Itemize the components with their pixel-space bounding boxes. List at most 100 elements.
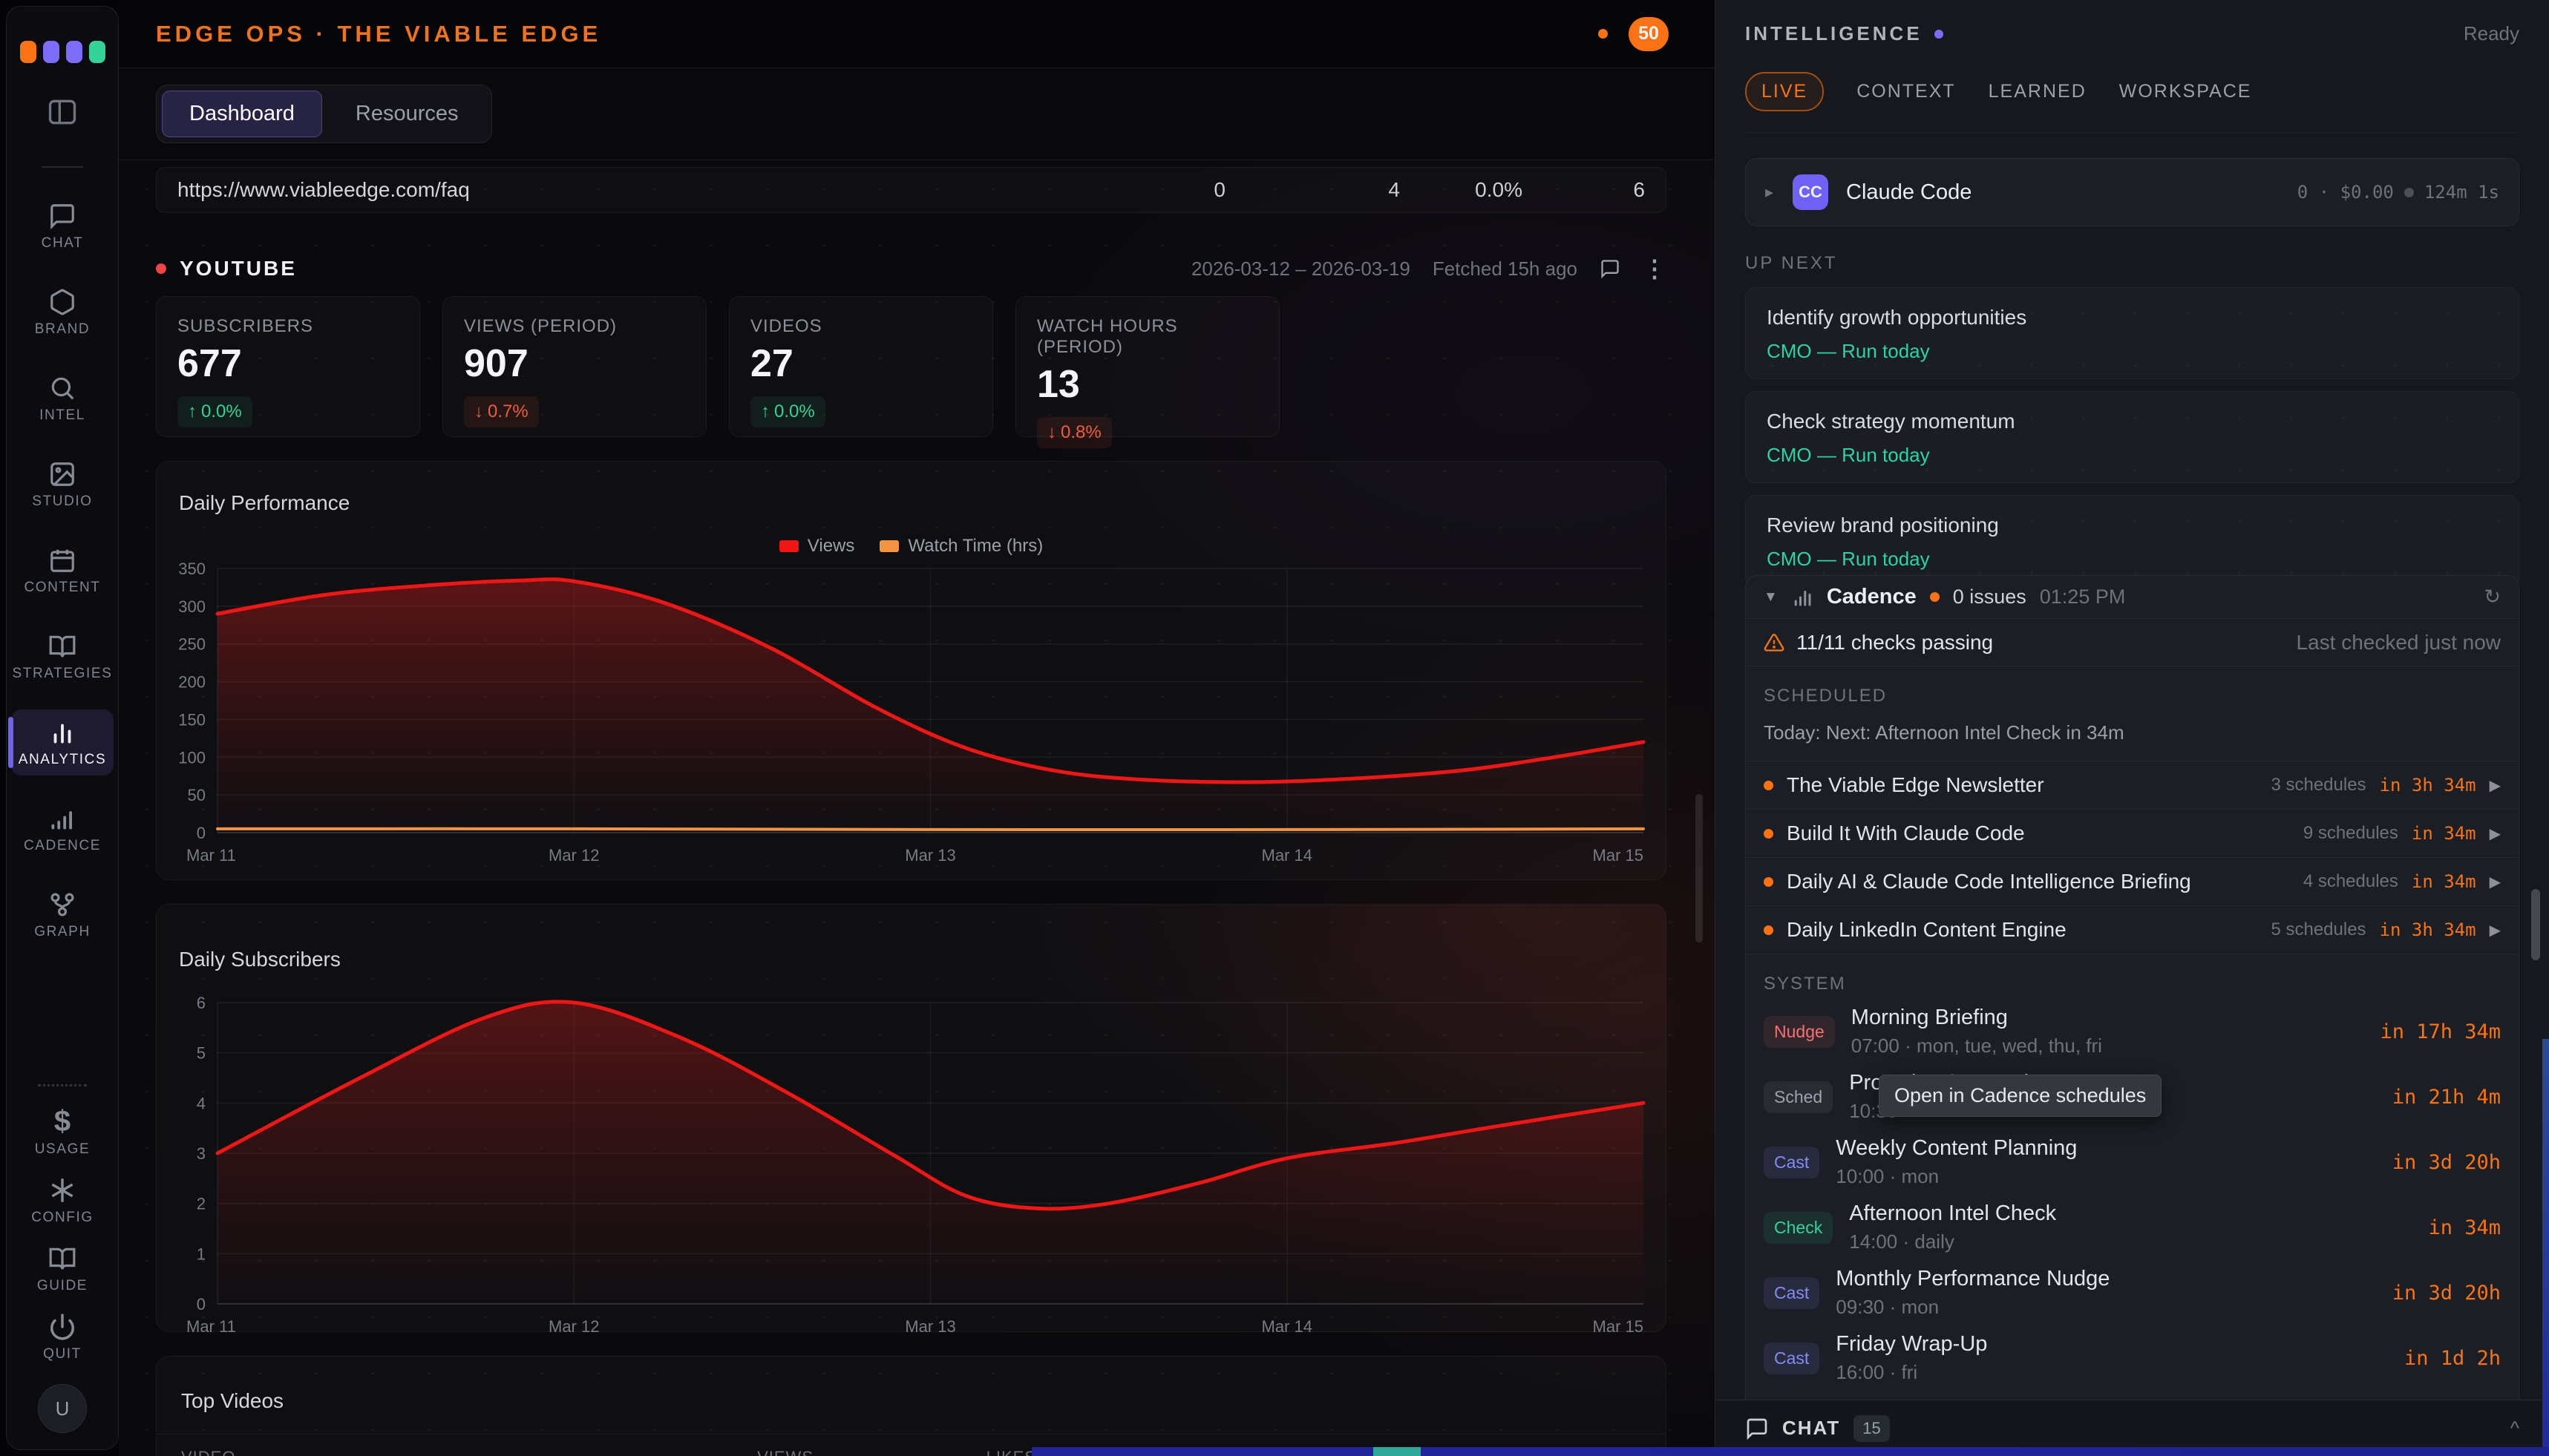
next-run-summary: Today: Next: Afternoon Intel Check in 34… [1746,706,2519,761]
sidebar-item-label: CONTENT [24,580,100,596]
svg-text:350: 350 [178,560,206,578]
sidebar-item-label: ANALYTICS [19,752,107,768]
svg-text:Mar 14: Mar 14 [1262,1317,1312,1336]
play-icon[interactable]: ▶ [2490,776,2501,795]
sidebar-nav: CHAT BRAND INTEL STUDIO CONTENT STRATEGI… [11,193,114,948]
tab-learned[interactable]: LEARNED [1989,81,2087,102]
cadence-header[interactable]: ▼ Cadence 0 issues 01:25 PM ↻ [1746,576,2519,619]
user-avatar[interactable]: U [38,1384,87,1433]
section-menu-button[interactable]: ⋮ [1643,255,1666,283]
checks-passing: 11/11 checks passing [1796,631,1993,655]
comment-button[interactable] [1600,258,1620,279]
dashboard-content: https://www.viableedge.com/faq 0 4 0.0% … [119,161,1715,1456]
sidebar-item-chat[interactable]: CHAT [11,193,114,259]
play-icon[interactable]: ▶ [2490,824,2501,843]
up-next-item[interactable]: Identify growth opportunities CMO — Run … [1745,287,2519,379]
chat-bubble-icon [1745,1417,1769,1440]
tab-dashboard[interactable]: Dashboard [162,91,322,137]
page-title: EDGE OPS · THE VIABLE EDGE [156,21,601,47]
app-window: CHAT BRAND INTEL STUDIO CONTENT STRATEGI… [0,0,2549,1456]
daily-subscribers-chart[interactable]: 0123456Mar 11Mar 12Mar 13Mar 14Mar 15 [157,991,1666,1339]
system-row[interactable]: Cast Monthly Performance Nudge09:30 · mo… [1746,1260,2519,1325]
collapse-sidebar-button[interactable] [46,96,79,132]
system-row[interactable]: Cast Friday Wrap-Up16:00 · fri in 1d 2h [1746,1325,2519,1391]
sidebar-item-analytics[interactable]: ANALYTICS [11,709,114,775]
sidebar-item-intel[interactable]: INTEL [11,365,114,431]
sidebar-item-graph[interactable]: GRAPH [11,882,114,948]
tab-workspace[interactable]: WORKSPACE [2119,81,2252,102]
status-dot-orange [1598,29,1608,39]
system-task-name: Weekly Content Planning [1836,1136,2077,1161]
system-task-schedule: 09:30 · mon [1836,1296,2110,1319]
sidebar-item-brand[interactable]: BRAND [11,279,114,345]
schedule-count: 3 schedules [2271,775,2366,796]
refresh-icon[interactable]: ↻ [2484,586,2501,609]
system-row[interactable]: Nudge Morning Briefing07:00 · mon, tue, … [1746,999,2519,1064]
stat-label: SUBSCRIBERS [177,316,399,337]
stat-card-videos: VIDEOS 27 ↑0.0% [729,296,993,437]
schedule-count: 5 schedules [2271,919,2366,940]
sidebar-item-studio[interactable]: STUDIO [11,451,114,517]
claude-code-badge: CC [1793,174,1828,210]
system-task-schedule: 14:00 · daily [1849,1230,2056,1253]
collapse-chevron-icon[interactable]: ▼ [1764,589,1778,606]
dot-orange [20,41,36,63]
hexagon-icon [48,288,76,316]
sidebar-item-guide[interactable]: GUIDE [11,1240,114,1299]
stat-card-subscribers: SUBSCRIBERS 677 ↑0.0% [156,296,420,437]
daily-performance-chart[interactable]: 050100150200250300350Mar 11Mar 12Mar 13M… [157,557,1666,868]
sidebar-item-strategies[interactable]: STRATEGIES [11,623,114,689]
system-task-eta: in 34m [2428,1216,2501,1239]
svg-text:250: 250 [178,635,206,654]
system-row[interactable]: Check Afternoon Intel Check14:00 · daily… [1746,1195,2519,1260]
system-task-eta: in 17h 34m [2380,1020,2501,1043]
tab-context[interactable]: CONTEXT [1856,81,1955,102]
sidebar-item-content[interactable]: CONTENT [11,537,114,603]
sidebar-item-quit[interactable]: QUIT [11,1308,114,1367]
chevron-up-icon[interactable]: ^ [2510,1417,2519,1440]
chart-legend: Views Watch Time (hrs) [157,536,1666,557]
signal-bars-icon [48,804,76,833]
main-scrollbar[interactable] [1695,794,1703,942]
schedule-dot-icon [1764,925,1773,935]
row-value: 0.0% [1400,178,1522,202]
cast-badge: Cast [1764,1147,1819,1178]
sidebar-item-config[interactable]: CONFIG [11,1172,114,1230]
notification-badge[interactable]: 50 [1629,17,1669,51]
schedule-row[interactable]: Build It With Claude Code 9 schedules in… [1746,810,2519,858]
panel-title: INTELLIGENCE [1745,22,1923,45]
tab-resources[interactable]: Resources [328,91,486,137]
system-task-name: Monthly Performance Nudge [1836,1267,2110,1291]
schedule-row[interactable]: Daily AI & Claude Code Intelligence Brie… [1746,858,2519,906]
main-header: EDGE OPS · THE VIABLE EDGE 50 [119,0,1715,68]
tab-live[interactable]: LIVE [1745,72,1824,111]
play-icon[interactable]: ▶ [2490,873,2501,891]
sidebar-item-label: CHAT [42,235,84,252]
dot-purple-1 [43,41,59,63]
expand-chevron-icon[interactable]: ▸ [1765,183,1773,202]
table-row[interactable]: https://www.viableedge.com/faq 0 4 0.0% … [156,167,1666,213]
schedule-dot-icon [1764,877,1773,887]
schedule-count: 4 schedules [2303,871,2398,892]
youtube-section-header: YOUTUBE 2026-03-12 – 2026-03-19 Fetched … [156,255,1666,283]
sidebar-item-cadence[interactable]: CADENCE [11,796,114,862]
asterisk-icon [48,1176,76,1204]
sidebar-item-usage[interactable]: $ USAGE [11,1102,114,1162]
play-icon[interactable]: ▶ [2490,921,2501,939]
system-row[interactable]: Cast Weekly Content Planning10:00 · mon … [1746,1129,2519,1195]
up-next-item[interactable]: Review brand positioning CMO — Run today [1745,495,2519,587]
warning-icon [1764,632,1784,653]
claude-code-card[interactable]: ▸ CC Claude Code 0 · $0.00 124m 1s [1745,158,2519,226]
up-next-item[interactable]: Check strategy momentum CMO — Run today [1745,391,2519,483]
svg-text:4: 4 [197,1094,206,1112]
purple-status-dot [1934,30,1943,39]
schedule-row[interactable]: Daily LinkedIn Content Engine 5 schedule… [1746,906,2519,954]
schedule-name: Daily LinkedIn Content Engine [1787,918,2067,942]
search-icon [48,374,76,402]
svg-text:300: 300 [178,597,206,616]
url-cell: https://www.viableedge.com/faq [177,178,1047,202]
sidebar-item-label: GUIDE [37,1278,88,1294]
panel-scrollbar[interactable] [2531,889,2540,960]
schedule-row[interactable]: The Viable Edge Newsletter 3 schedules i… [1746,761,2519,810]
schedule-name: The Viable Edge Newsletter [1787,773,2044,797]
